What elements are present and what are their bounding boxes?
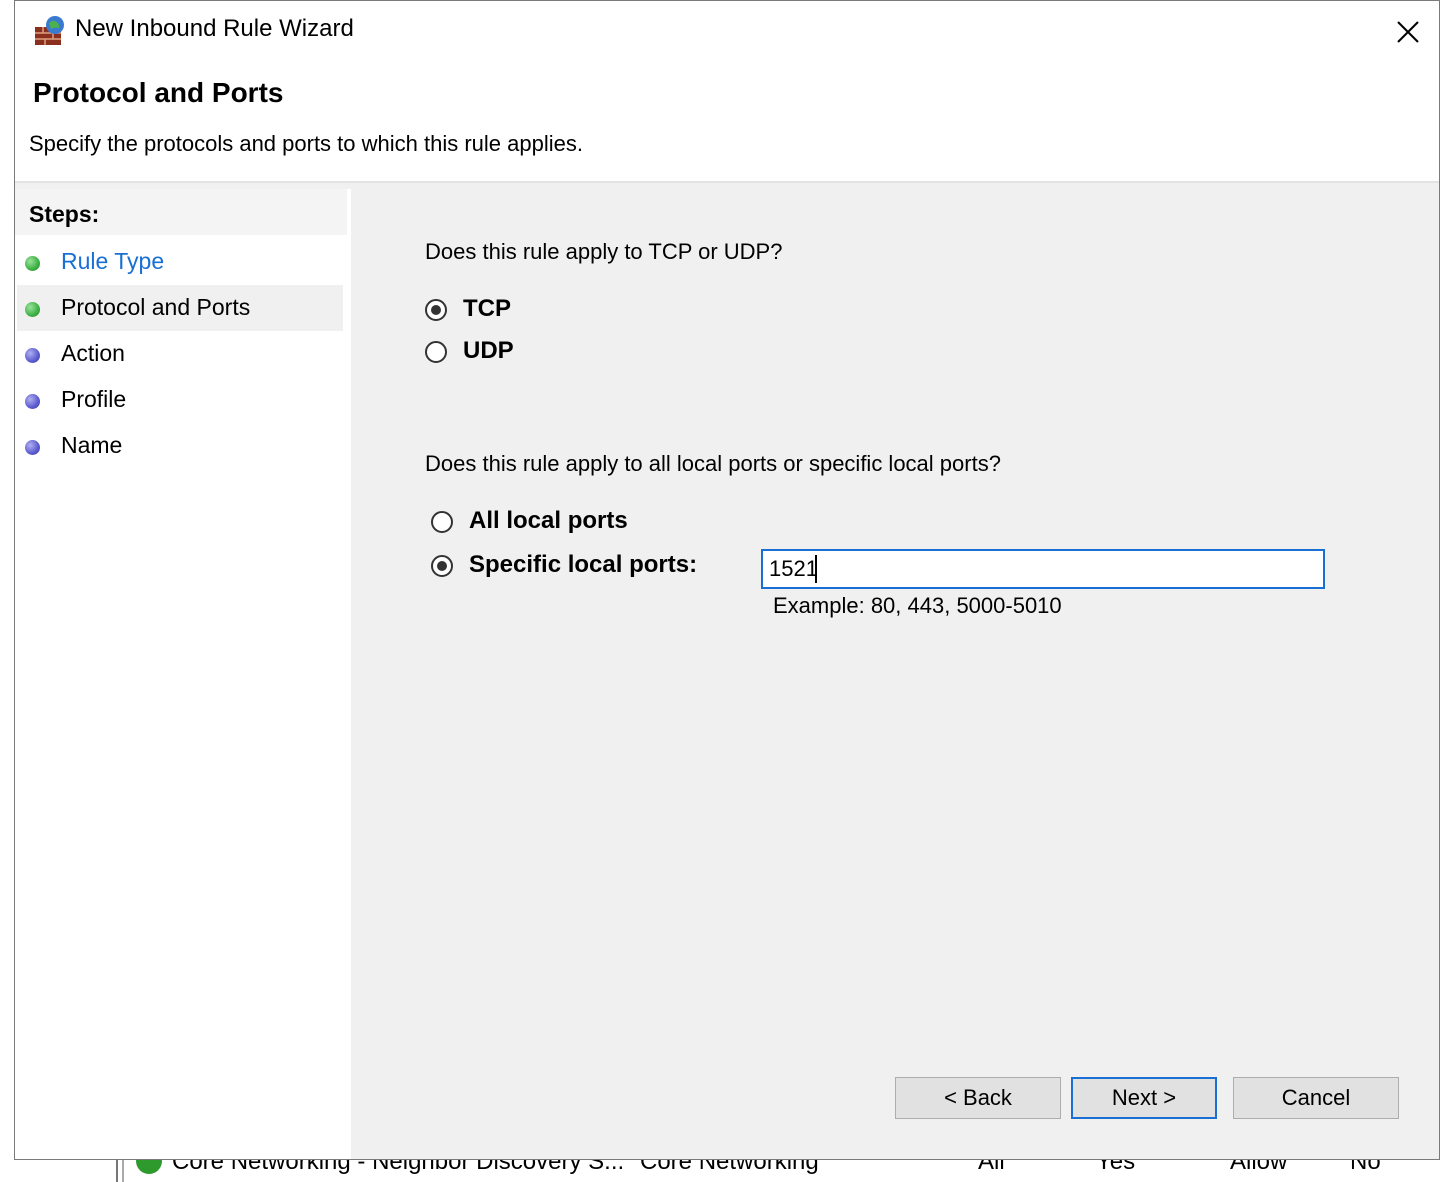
radio-selected-icon [431, 555, 453, 577]
step-protocol-and-ports: Protocol and Ports [17, 285, 343, 331]
close-icon [1397, 21, 1419, 43]
wizard-dialog: New Inbound Rule Wizard Protocol and Por… [14, 0, 1440, 1160]
step-rule-type[interactable]: Rule Type [17, 239, 343, 285]
step-label: Profile [61, 386, 127, 412]
radio-unselected-icon [425, 341, 447, 363]
radio-selected-icon [425, 299, 447, 321]
step-status-icon [25, 302, 40, 317]
step-label: Name [61, 432, 123, 458]
all-local-ports-radio[interactable]: All local ports [431, 507, 691, 543]
ports-example-hint: Example: 80, 443, 5000-5010 [773, 593, 1062, 618]
step-status-icon [25, 440, 40, 455]
udp-radio[interactable]: UDP [425, 337, 625, 373]
step-profile: Profile [17, 377, 343, 423]
step-status-icon [25, 256, 40, 271]
page-title: Protocol and Ports [33, 77, 284, 108]
wizard-content: Does this rule apply to TCP or UDP? TCP … [351, 183, 1439, 1159]
protocol-question: Does this rule apply to TCP or UDP? [425, 239, 783, 264]
all-local-ports-label: All local ports [469, 507, 628, 534]
steps-sidebar: Steps: Rule Type Protocol and Ports Acti… [15, 189, 347, 1159]
step-label: Action [61, 340, 125, 366]
close-button[interactable] [1377, 1, 1439, 63]
step-label: Protocol and Ports [61, 294, 251, 320]
steps-header: Steps: [15, 189, 347, 235]
steps-title: Steps: [29, 201, 100, 227]
wizard-header: Protocol and Ports Specify the protocols… [15, 63, 1439, 183]
step-action: Action [17, 331, 343, 377]
tcp-label: TCP [463, 295, 511, 322]
back-button[interactable]: < Back [895, 1077, 1061, 1119]
window-title: New Inbound Rule Wizard [75, 15, 354, 42]
next-button[interactable]: Next > [1071, 1077, 1217, 1119]
local-ports-input[interactable] [761, 549, 1325, 589]
step-label: Rule Type [61, 248, 165, 274]
tcp-radio[interactable]: TCP [425, 295, 625, 331]
specific-local-ports-radio[interactable]: Specific local ports: [431, 551, 731, 587]
specific-local-ports-label: Specific local ports: [469, 551, 698, 578]
cancel-button[interactable]: Cancel [1233, 1077, 1399, 1119]
step-status-icon [25, 348, 40, 363]
title-bar[interactable]: New Inbound Rule Wizard [15, 1, 1439, 63]
page-subtitle: Specify the protocols and ports to which… [29, 131, 583, 156]
firewall-icon [35, 16, 64, 45]
step-name: Name [17, 423, 343, 469]
ports-question: Does this rule apply to all local ports … [425, 451, 1001, 476]
step-status-icon [25, 394, 40, 409]
udp-label: UDP [463, 337, 514, 364]
radio-unselected-icon [431, 511, 453, 533]
text-caret [815, 555, 817, 583]
